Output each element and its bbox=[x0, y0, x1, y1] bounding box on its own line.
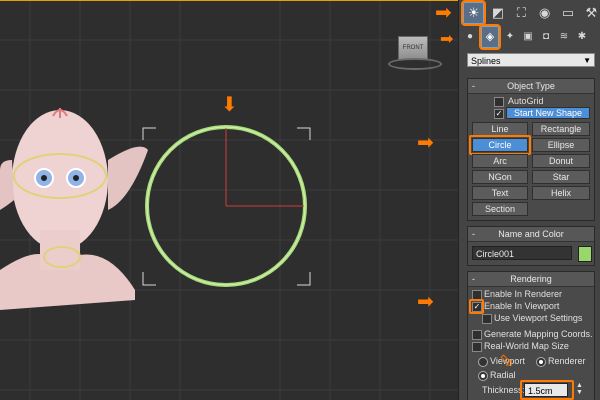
app-window: FRONT ⬇ ➡ ➡ ➡ ➡ ☀ ◩ ⛶ ◉ ▭ ⚒ ● ◈ ✦ ▣ ◘ ≋ … bbox=[0, 0, 600, 400]
hierarchy-tab[interactable]: ⛶ bbox=[512, 3, 531, 23]
viewport-radio[interactable] bbox=[478, 357, 488, 367]
circle-button-highlight bbox=[469, 135, 531, 155]
star-button[interactable]: Star bbox=[532, 170, 590, 184]
generate-mapping-checkbox[interactable] bbox=[472, 330, 482, 340]
renderer-radio[interactable] bbox=[536, 357, 546, 367]
real-world-map-checkbox[interactable] bbox=[472, 342, 482, 352]
enable-in-viewport-label: Enable In Viewport bbox=[484, 301, 560, 311]
spinner-icon[interactable]: ▲ ▼ bbox=[576, 382, 583, 396]
rollout-header[interactable]: - Rendering bbox=[468, 272, 594, 287]
head-model[interactable] bbox=[0, 108, 148, 310]
command-panel: ☀ ◩ ⛶ ◉ ▭ ⚒ ● ◈ ✦ ▣ ◘ ≋ ✱ Splines ▼ - Obj… bbox=[458, 0, 600, 400]
arc-button[interactable]: Arc bbox=[472, 154, 528, 168]
donut-button[interactable]: Donut bbox=[532, 154, 590, 168]
thickness-highlight bbox=[520, 380, 574, 400]
use-viewport-settings-checkbox[interactable] bbox=[482, 314, 492, 324]
viewcube[interactable]: FRONT bbox=[398, 36, 428, 60]
category-value: Splines bbox=[471, 56, 501, 66]
utilities-tab[interactable]: ⚒ bbox=[582, 3, 600, 23]
geometry-subtab-icon[interactable]: ● bbox=[463, 27, 477, 47]
main-tabs: ☀ ◩ ⛶ ◉ ▭ ⚒ bbox=[459, 0, 600, 26]
section-button[interactable]: Section bbox=[472, 202, 528, 216]
enable-in-viewport-highlight bbox=[469, 299, 484, 314]
down-arrow-annotation: ⬇ bbox=[221, 94, 238, 116]
ellipse-button[interactable]: Ellipse bbox=[532, 138, 590, 152]
thickness-label: Thickness: bbox=[482, 385, 526, 395]
display-tab[interactable]: ▭ bbox=[558, 3, 577, 23]
down-arrow-annotation: ⬂ bbox=[499, 350, 515, 370]
renderer-radio-label: Renderer bbox=[548, 356, 586, 366]
object-name-field[interactable]: Circle001 bbox=[472, 246, 572, 260]
right-arrow-annotation: ➡ bbox=[417, 291, 434, 313]
viewcube-label: FRONT bbox=[402, 45, 424, 51]
viewcube-ring[interactable] bbox=[388, 58, 442, 70]
front-viewport[interactable]: FRONT ⬇ ➡ ➡ ➡ ➡ bbox=[0, 0, 458, 400]
create-subtabs: ● ◈ ✦ ▣ ◘ ≋ ✱ bbox=[459, 24, 600, 50]
spacewarps-subtab-icon[interactable]: ≋ bbox=[557, 27, 571, 47]
lights-subtab-icon[interactable]: ✦ bbox=[503, 27, 517, 47]
radial-radio[interactable] bbox=[478, 371, 488, 381]
right-arrow-annotation: ➡ bbox=[440, 31, 454, 48]
motion-tab[interactable]: ◉ bbox=[535, 3, 554, 23]
object-color-swatch[interactable] bbox=[578, 246, 592, 262]
systems-subtab-icon[interactable]: ✱ bbox=[575, 27, 589, 47]
shapes-subtab-icon[interactable]: ◈ bbox=[479, 24, 501, 50]
rendering-rollout: - Rendering Enable In Renderer ✓ Enable I… bbox=[467, 271, 595, 400]
start-new-shape-checkbox[interactable]: ✓ bbox=[494, 109, 504, 119]
name-color-rollout: - Name and Color Circle001 bbox=[467, 226, 595, 266]
helix-button[interactable]: Helix bbox=[532, 186, 590, 200]
rollout-header[interactable]: - Object Type bbox=[468, 79, 594, 94]
use-viewport-settings-label: Use Viewport Settings bbox=[494, 313, 583, 323]
helpers-subtab-icon[interactable]: ◘ bbox=[539, 27, 553, 47]
rollout-header[interactable]: - Name and Color bbox=[468, 227, 594, 242]
line-button[interactable]: Line bbox=[472, 122, 528, 136]
object-type-rollout: - Object Type AutoGrid ✓ Start New Shape … bbox=[467, 78, 595, 221]
start-new-shape-button[interactable]: Start New Shape bbox=[506, 107, 590, 119]
viewport-canvas bbox=[0, 0, 458, 400]
right-arrow-annotation: ➡ bbox=[435, 2, 452, 24]
rectangle-button[interactable]: Rectangle bbox=[532, 122, 590, 136]
autogrid-label: AutoGrid bbox=[508, 96, 544, 106]
real-world-map-label: Real-World Map Size bbox=[484, 341, 569, 351]
modify-tab[interactable]: ◩ bbox=[488, 3, 507, 23]
right-arrow-annotation: ➡ bbox=[417, 132, 434, 154]
enable-in-renderer-label: Enable In Renderer bbox=[484, 289, 563, 299]
radial-label: Radial bbox=[490, 370, 516, 380]
generate-mapping-label: Generate Mapping Coords. bbox=[484, 329, 593, 339]
cameras-subtab-icon[interactable]: ▣ bbox=[521, 27, 535, 47]
create-tab[interactable]: ☀ bbox=[460, 0, 487, 26]
chevron-down-icon: ▼ bbox=[583, 56, 591, 65]
autogrid-checkbox[interactable] bbox=[494, 97, 504, 107]
category-dropdown[interactable]: Splines ▼ bbox=[467, 53, 595, 67]
text-button[interactable]: Text bbox=[472, 186, 528, 200]
ngon-button[interactable]: NGon bbox=[472, 170, 528, 184]
